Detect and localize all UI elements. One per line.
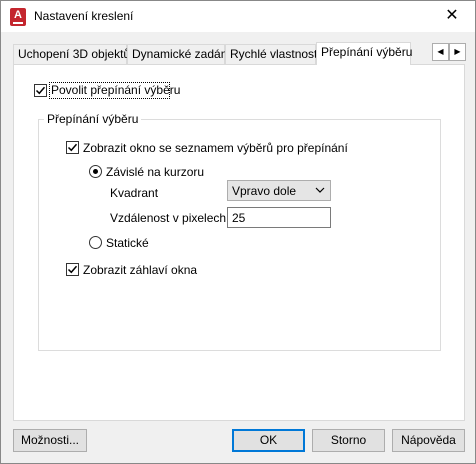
enable-selection-cycling-label[interactable]: Povolit přepínání výběru [51, 83, 180, 97]
chevron-down-icon [315, 187, 325, 193]
enable-selection-cycling-checkbox[interactable] [34, 84, 47, 97]
static-radio[interactable] [89, 236, 102, 249]
tab-scroll-right-icon[interactable]: ▶ [449, 43, 466, 61]
ok-button[interactable]: OK [232, 429, 305, 452]
quadrant-value: Vpravo dole [232, 184, 297, 198]
checkmark-icon [35, 86, 46, 95]
quadrant-select[interactable]: Vpravo dole [227, 180, 331, 201]
show-list-window-checkbox[interactable] [66, 141, 79, 154]
show-window-header-label[interactable]: Zobrazit záhlaví okna [83, 263, 197, 277]
cursor-dependent-label[interactable]: Závislé na kurzoru [106, 165, 204, 179]
cursor-dependent-radio[interactable] [89, 165, 102, 178]
tab-scroll-left-icon[interactable]: ◀ [432, 43, 449, 61]
dialog-window: A Nastavení kreslení ✕ Uchopení 3D objek… [0, 0, 476, 464]
show-window-header-checkbox[interactable] [66, 263, 79, 276]
checkmark-icon [67, 265, 78, 274]
cancel-button[interactable]: Storno [312, 429, 385, 452]
tab-3d-object-snap[interactable]: Uchopení 3D objektů [13, 44, 130, 64]
tab-page-selection-cycling: Povolit přepínání výběru Přepínání výběr… [13, 64, 465, 421]
tab-strip: Uchopení 3D objektů Dynamické zadání Ryc… [13, 42, 465, 65]
help-button[interactable]: Nápověda [392, 429, 465, 452]
close-icon[interactable]: ✕ [429, 1, 475, 32]
show-list-window-label[interactable]: Zobrazit okno se seznamem výběrů pro pře… [83, 141, 348, 155]
radio-selected-dot [93, 169, 98, 174]
autocad-app-icon: A [10, 8, 26, 26]
checkmark-icon [67, 143, 78, 152]
pixel-distance-label: Vzdálenost v pixelech [110, 211, 227, 225]
window-title: Nastavení kreslení [34, 9, 134, 23]
quadrant-label: Kvadrant [110, 186, 159, 200]
group-title: Přepínání výběru [44, 112, 142, 126]
tab-dynamic-input[interactable]: Dynamické zadání [127, 44, 231, 64]
options-button[interactable]: Možnosti... [13, 429, 87, 452]
tab-quick-properties[interactable]: Rychlé vlastnosti [225, 44, 320, 64]
title-bar: A Nastavení kreslení ✕ [1, 1, 475, 32]
pixel-distance-input[interactable] [227, 207, 331, 228]
tab-scroll-arrows: ◀ ▶ [432, 43, 467, 61]
tab-selection-cycling[interactable]: Přepínání výběru [316, 42, 412, 65]
static-label[interactable]: Statické [106, 236, 149, 250]
